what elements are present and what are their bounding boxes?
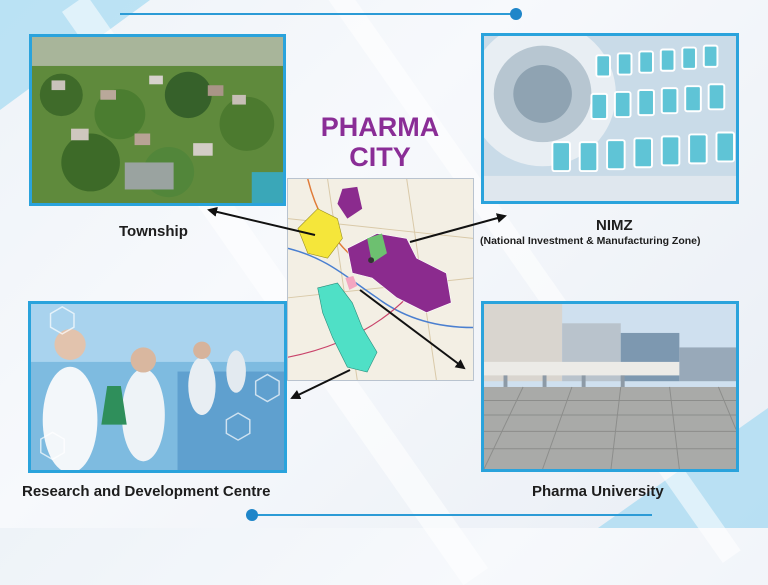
township-photo (29, 34, 286, 206)
site-map (287, 178, 474, 381)
campus-photo (481, 301, 739, 472)
pharma-university-label: Pharma University (532, 483, 664, 500)
top-accent-dot (510, 8, 522, 20)
page-title-line-1: PHARMA (320, 112, 440, 142)
laboratory-photo (28, 301, 287, 473)
rd-centre-label: Research and Development Centre (22, 483, 271, 500)
bottom-accent-line (252, 514, 652, 516)
nimz-full-label: (National Investment & Manufacturing Zon… (480, 235, 701, 247)
nimz-label: NIMZ (596, 217, 633, 234)
page-title-line-2: CITY (349, 142, 411, 172)
township-label: Township (119, 223, 188, 240)
vials-photo (481, 33, 739, 204)
top-accent-line (120, 13, 515, 15)
bottom-accent-dot (246, 509, 258, 521)
